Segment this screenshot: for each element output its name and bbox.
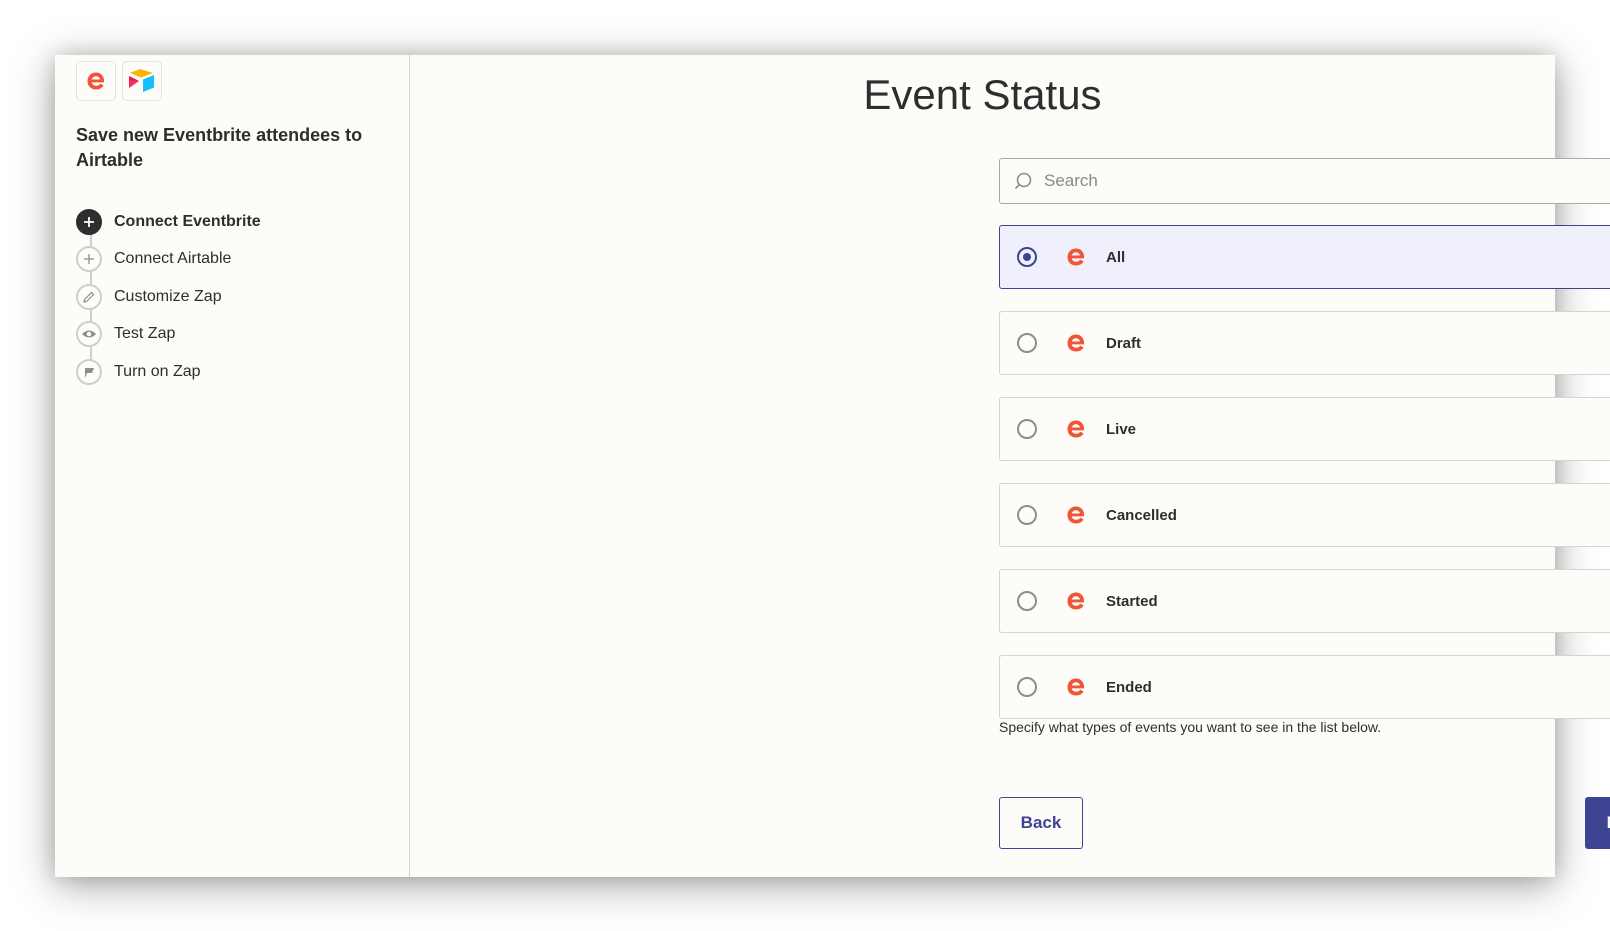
eventbrite-icon (1067, 678, 1085, 696)
eventbrite-icon (1067, 248, 1085, 266)
eventbrite-icon (1067, 334, 1085, 352)
step-connect-eventbrite[interactable]: Connect Eventbrite (76, 203, 261, 241)
step-test-zap[interactable]: Test Zap (76, 316, 261, 354)
option-label: Cancelled (1106, 506, 1177, 524)
search-icon (1014, 172, 1032, 190)
airtable-icon (129, 69, 154, 92)
eventbrite-icon (87, 72, 105, 90)
step-label: Connect Airtable (114, 250, 232, 268)
option-started[interactable]: Started (999, 569, 1610, 633)
step-turn-on-zap[interactable]: Turn on Zap (76, 353, 261, 391)
option-label: Live (1106, 420, 1137, 438)
app-logos (76, 61, 162, 101)
step-label: Test Zap (114, 325, 176, 343)
step-label: Customize Zap (114, 287, 222, 305)
option-ended[interactable]: Ended (999, 655, 1610, 719)
eventbrite-logo (76, 61, 116, 101)
page-title: Event Status (863, 71, 1102, 118)
zap-title: Save new Eventbrite attendees to Airtabl… (76, 125, 363, 170)
back-button[interactable]: Back (999, 797, 1083, 849)
radio-button[interactable] (1017, 247, 1037, 267)
option-label: Started (1106, 592, 1158, 610)
step-label: Turn on Zap (114, 362, 201, 380)
option-draft[interactable]: Draft (999, 311, 1610, 375)
search-input[interactable] (1042, 170, 1610, 192)
option-label: Ended (1106, 678, 1152, 696)
status-options: All Draft Live Cancelled Started Ended (999, 225, 1610, 741)
plus-icon (76, 246, 102, 273)
eventbrite-icon (1067, 592, 1085, 610)
step-label: Connect Eventbrite (114, 212, 261, 230)
airtable-logo (122, 61, 162, 101)
steps-list: Connect Eventbrite Connect Airtable Cust… (76, 203, 261, 391)
option-cancelled[interactable]: Cancelled (999, 483, 1610, 547)
eventbrite-icon (1067, 420, 1085, 438)
eye-icon (76, 321, 102, 348)
option-all[interactable]: All (999, 225, 1610, 289)
step-customize-zap[interactable]: Customize Zap (76, 278, 261, 316)
pencil-icon (76, 283, 102, 310)
sidebar: Save new Eventbrite attendees to Airtabl… (55, 55, 410, 877)
help-text: Specify what types of events you want to… (999, 719, 1382, 735)
radio-button[interactable] (1017, 505, 1037, 525)
option-label: All (1106, 248, 1126, 266)
option-label: Draft (1106, 334, 1142, 352)
radio-button[interactable] (1017, 591, 1037, 611)
radio-button[interactable] (1017, 333, 1037, 353)
next-button[interactable]: Next (1585, 797, 1610, 849)
search-field[interactable] (999, 158, 1610, 204)
plus-icon (76, 208, 102, 235)
radio-button[interactable] (1017, 677, 1037, 697)
radio-button[interactable] (1017, 419, 1037, 439)
option-live[interactable]: Live (999, 397, 1610, 461)
flag-icon (76, 358, 102, 385)
main-panel: Event Status All Draft Live (410, 55, 1610, 877)
app-window: Save new Eventbrite attendees to Airtabl… (55, 55, 1610, 877)
step-connect-airtable[interactable]: Connect Airtable (76, 241, 261, 279)
eventbrite-icon (1067, 506, 1085, 524)
